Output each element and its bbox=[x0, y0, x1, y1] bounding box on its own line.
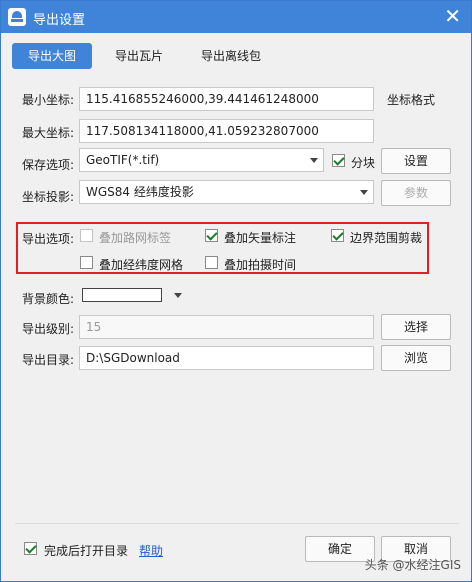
export-level-input[interactable]: 15 bbox=[79, 315, 374, 339]
background-color-swatch[interactable] bbox=[82, 288, 162, 302]
vector-annotation-checkbox-label: 叠加矢量标注 bbox=[224, 231, 297, 245]
background-color-label: 背景颜色: bbox=[22, 292, 75, 306]
projection-value: WGS84 经纬度投影 bbox=[86, 185, 194, 199]
boundary-clip-checkbox-label: 边界范围剪裁 bbox=[350, 231, 423, 245]
max-coord-input[interactable]: 117.508134118000,41.059232807000 bbox=[79, 119, 374, 143]
app-logo-icon bbox=[8, 8, 26, 26]
min-coord-input[interactable]: 115.416855246000,39.441461248000 bbox=[79, 87, 374, 111]
tile-checkbox-label: 分块 bbox=[351, 156, 376, 170]
chevron-down-icon bbox=[360, 190, 368, 195]
vector-annotation-checkbox[interactable] bbox=[205, 229, 218, 242]
close-icon[interactable]: ✕ bbox=[444, 5, 461, 27]
export-directory-label: 导出目录: bbox=[22, 353, 75, 367]
params-button[interactable]: 参数 bbox=[381, 180, 451, 206]
tab-export-offline-package[interactable]: 导出离线包 bbox=[185, 43, 277, 69]
chevron-down-icon bbox=[310, 158, 318, 163]
min-coord-label: 最小坐标: bbox=[22, 93, 75, 107]
export-directory-input[interactable]: D:\SGDownload bbox=[79, 346, 374, 370]
tile-checkbox[interactable] bbox=[332, 154, 345, 167]
export-settings-dialog: 导出设置 ✕ 导出大图 导出瓦片 导出离线包 最小坐标: 115.4168552… bbox=[0, 0, 472, 582]
lat-lon-grid-checkbox[interactable] bbox=[80, 256, 93, 269]
save-format-select[interactable]: GeoTIF(*.tif) bbox=[79, 148, 324, 172]
coord-format-label[interactable]: 坐标格式 bbox=[387, 91, 435, 108]
projection-label: 坐标投影: bbox=[22, 190, 75, 204]
tab-export-tiles[interactable]: 导出瓦片 bbox=[101, 43, 177, 69]
window-title: 导出设置 bbox=[33, 13, 86, 28]
road-label-checkbox-label: 叠加路网标签 bbox=[99, 231, 172, 245]
open-after-label: 完成后打开目录 bbox=[44, 544, 129, 558]
open-after-checkbox[interactable] bbox=[24, 542, 37, 555]
tab-export-image[interactable]: 导出大图 bbox=[12, 43, 92, 69]
settings-button[interactable]: 设置 bbox=[381, 148, 451, 174]
save-format-value: GeoTIF(*.tif) bbox=[86, 153, 160, 167]
export-options-label: 导出选项: bbox=[22, 232, 75, 246]
boundary-clip-checkbox[interactable] bbox=[331, 229, 344, 242]
save-option-label: 保存选项: bbox=[22, 158, 75, 172]
road-label-checkbox[interactable] bbox=[80, 229, 93, 242]
projection-select[interactable]: WGS84 经纬度投影 bbox=[79, 180, 374, 204]
title-bar[interactable]: 导出设置 ✕ bbox=[1, 1, 471, 33]
browse-button[interactable]: 浏览 bbox=[381, 345, 451, 371]
lat-lon-grid-checkbox-label: 叠加经纬度网格 bbox=[99, 258, 184, 272]
help-link[interactable]: 帮助 bbox=[139, 542, 163, 559]
watermark: 头条 @水经注GIS bbox=[364, 558, 461, 572]
capture-time-checkbox-label: 叠加拍摄时间 bbox=[224, 258, 297, 272]
capture-time-checkbox[interactable] bbox=[205, 256, 218, 269]
export-level-label: 导出级别: bbox=[22, 322, 75, 336]
chevron-down-icon[interactable] bbox=[174, 293, 182, 298]
select-level-button[interactable]: 选择 bbox=[381, 314, 451, 340]
max-coord-label: 最大坐标: bbox=[22, 126, 75, 140]
footer-divider bbox=[15, 523, 459, 524]
